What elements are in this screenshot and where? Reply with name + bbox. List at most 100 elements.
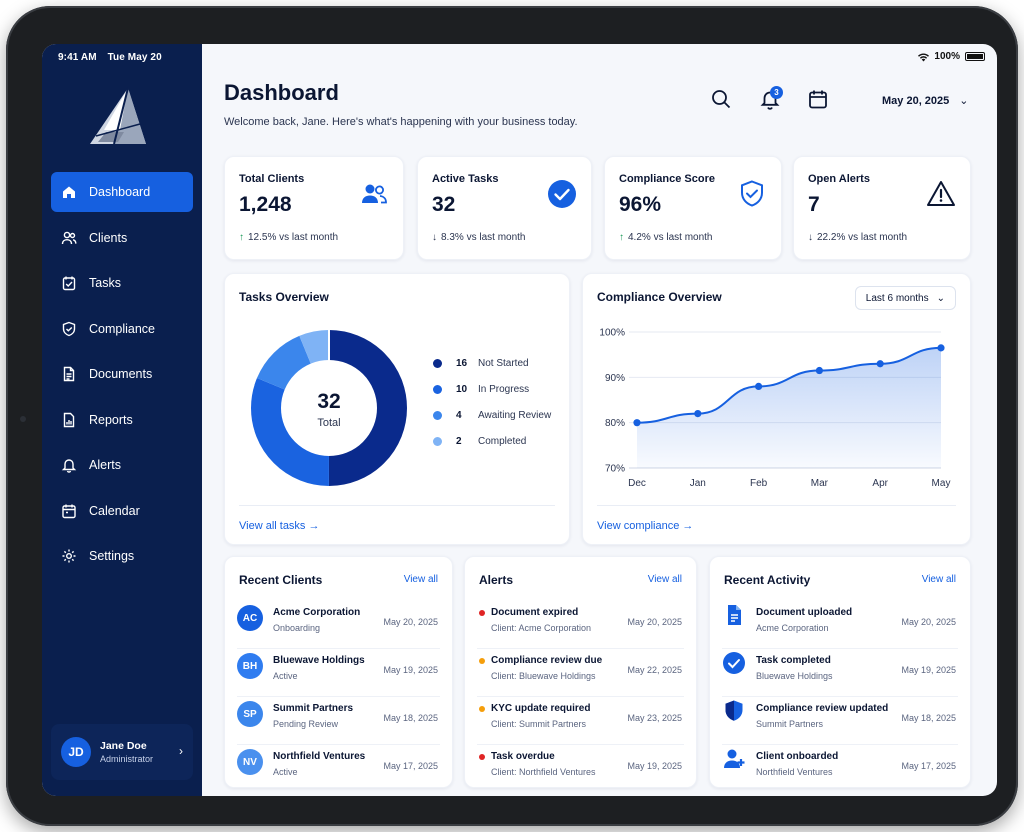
tasks-donut-chart: 32 Total: [251, 330, 407, 486]
list-item[interactable]: NV Northfield Ventures Active May 17, 20…: [237, 745, 440, 793]
row-date: May 18, 2025: [383, 713, 438, 723]
client-name: Bluewave Holdings: [273, 655, 365, 666]
list-item[interactable]: Compliance review due Client: Bluewave H…: [477, 649, 684, 697]
search-icon[interactable]: [710, 88, 732, 110]
range-value: Last 6 months: [865, 292, 929, 304]
notification-badge: 3: [770, 86, 783, 99]
view-all-alerts-link[interactable]: View all: [648, 574, 682, 585]
kpi-change-text: 12.5% vs last month: [248, 232, 339, 243]
calendar-icon[interactable]: [807, 88, 829, 110]
client-status: Active: [273, 767, 298, 777]
page-title: Dashboard: [224, 80, 339, 105]
alert-severity-dot: [479, 610, 485, 616]
view-compliance-link[interactable]: View compliance →: [597, 520, 693, 532]
range-select[interactable]: Last 6 months ⌄: [854, 286, 956, 310]
client-status: Onboarding: [273, 623, 321, 633]
brand-logo: [90, 87, 146, 145]
sidebar-item-settings[interactable]: Settings: [51, 536, 193, 576]
sidebar-item-tasks[interactable]: Tasks: [51, 263, 193, 303]
arrow-right-icon: →: [308, 520, 320, 532]
arrow-down-icon: ↓: [808, 232, 813, 243]
list-item[interactable]: Client onboarded Northfield Ventures May…: [722, 745, 958, 793]
list-item[interactable]: KYC update required Client: Summit Partn…: [477, 697, 684, 745]
section-title: Recent Activity: [724, 573, 811, 587]
view-all-tasks-link[interactable]: View all tasks →: [239, 520, 320, 532]
arrow-up-icon: ↑: [619, 232, 624, 243]
x-tick-label: Feb: [750, 478, 768, 489]
date-selector[interactable]: May 20, 2025 ⌄: [882, 94, 969, 107]
x-tick-label: May: [932, 478, 951, 489]
kpi-card-compliance-score[interactable]: Compliance Score 96% ↑ 4.2% vs last month: [604, 156, 782, 260]
legend-item: 10 In Progress: [433, 384, 529, 395]
shield-icon: [62, 321, 76, 336]
sidebar-item-compliance[interactable]: Compliance: [51, 309, 193, 349]
chevron-down-icon: ⌄: [959, 95, 969, 107]
activity-title: Document uploaded: [756, 607, 853, 618]
alert-title: Document expired: [491, 607, 579, 618]
bell-icon: [61, 459, 77, 473]
view-all-clients-link[interactable]: View all: [404, 574, 438, 585]
client-status: Pending Review: [273, 719, 339, 729]
shield-icon: [725, 700, 743, 721]
activity-subject: Northfield Ventures: [756, 767, 833, 777]
home-icon: [63, 186, 75, 198]
date-value: May 20, 2025: [882, 95, 950, 107]
kpi-card-open-alerts[interactable]: Open Alerts 7 ↓ 22.2% vs last month: [793, 156, 971, 260]
avatar: JD: [61, 737, 91, 767]
list-item[interactable]: AC Acme Corporation Onboarding May 20, 2…: [237, 601, 440, 649]
divider: [239, 505, 555, 506]
sidebar-item-reports[interactable]: Reports: [51, 400, 193, 440]
kpi-change-text: 22.2% vs last month: [817, 232, 908, 243]
user-name: Jane Doe: [100, 740, 147, 752]
calendar-icon: [62, 504, 76, 518]
section-title: Compliance Overview: [597, 290, 722, 304]
gear-icon: [62, 549, 76, 563]
alert-title: Compliance review due: [491, 655, 603, 666]
row-date: May 19, 2025: [383, 665, 438, 675]
view-all-activity-link[interactable]: View all: [922, 574, 956, 585]
client-name: Acme Corporation: [273, 607, 361, 618]
list-item[interactable]: Compliance review updated Summit Partner…: [722, 697, 958, 745]
row-date: May 22, 2025: [627, 665, 682, 675]
sidebar-item-documents[interactable]: Documents: [51, 354, 193, 394]
kpi-change: ↓ 22.2% vs last month: [808, 232, 907, 243]
legend-dot: [433, 411, 442, 420]
row-date: May 17, 2025: [901, 761, 956, 771]
legend-count: 4: [456, 410, 462, 421]
sidebar-item-label: Documents: [89, 367, 153, 381]
shield-check-icon: [741, 180, 763, 207]
kpi-value: 1,248: [239, 193, 292, 216]
list-item[interactable]: BH Bluewave Holdings Active May 19, 2025: [237, 649, 440, 697]
alert-client: Client: Acme Corporation: [491, 623, 592, 633]
legend-count: 2: [456, 436, 462, 447]
kpi-value: 7: [808, 193, 820, 216]
section-title: Recent Clients: [239, 573, 323, 587]
kpi-value: 96%: [619, 193, 662, 216]
donut-total-label: Total: [317, 417, 340, 429]
data-point-apr: [876, 360, 884, 368]
chevron-down-icon: ⌄: [936, 292, 945, 304]
sidebar-item-alerts[interactable]: Alerts: [51, 445, 193, 485]
legend-label: In Progress: [478, 384, 530, 395]
compliance-area: [637, 347, 941, 468]
list-item[interactable]: Task overdue Client: Northfield Ventures…: [477, 745, 684, 793]
list-item[interactable]: Task completed Bluewave Holdings May 19,…: [722, 649, 958, 697]
legend-count: 10: [456, 384, 468, 395]
sidebar-item-label: Dashboard: [89, 185, 151, 199]
x-tick-label: Mar: [811, 478, 829, 489]
sidebar-item-calendar[interactable]: Calendar: [51, 491, 193, 531]
y-tick-label: 80%: [605, 418, 625, 429]
list-item[interactable]: Document uploaded Acme Corporation May 2…: [722, 601, 958, 649]
wifi-icon: [918, 52, 930, 61]
kpi-change: ↑ 12.5% vs last month: [239, 232, 338, 243]
legend-dot: [433, 359, 442, 368]
sidebar-item-dashboard[interactable]: Dashboard: [51, 172, 193, 212]
kpi-card-total-clients[interactable]: Total Clients 1,248 ↑ 12.5% vs last month: [224, 156, 404, 260]
user-profile-card[interactable]: JD Jane Doe Administrator ›: [51, 724, 193, 780]
row-date: May 23, 2025: [627, 713, 682, 723]
sidebar-item-clients[interactable]: Clients: [51, 218, 193, 258]
kpi-card-active-tasks[interactable]: Active Tasks 32 ↓ 8.3% vs last month: [417, 156, 592, 260]
list-item[interactable]: SP Summit Partners Pending Review May 18…: [237, 697, 440, 745]
list-item[interactable]: Document expired Client: Acme Corporatio…: [477, 601, 684, 649]
alert-severity-dot: [479, 706, 485, 712]
